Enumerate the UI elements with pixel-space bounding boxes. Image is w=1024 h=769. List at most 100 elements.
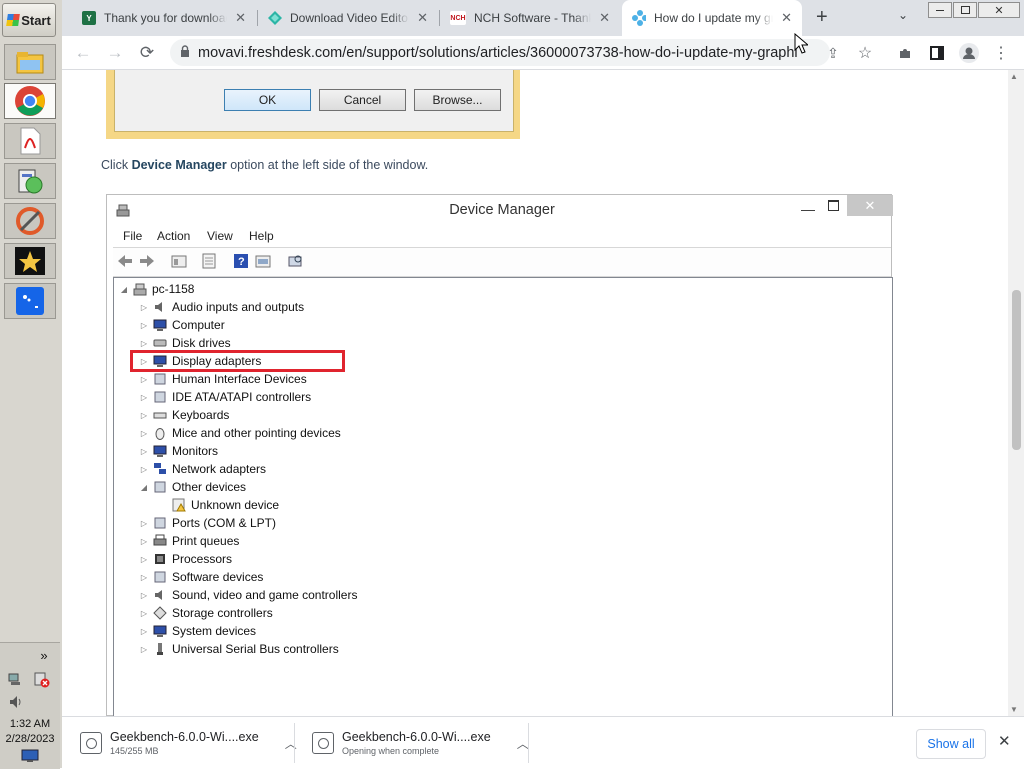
show-desktop-icon[interactable] [21, 749, 39, 763]
movie-star-icon[interactable] [4, 243, 56, 279]
toolbar-view-icon[interactable] [255, 253, 271, 269]
bookmark-star-icon[interactable]: ☆ [854, 42, 876, 64]
profile-avatar-icon[interactable] [958, 42, 980, 64]
expand-toggle-icon[interactable]: ▷ [139, 321, 149, 330]
tree-item-usb[interactable]: ▷ Universal Serial Bus controllers [139, 640, 339, 658]
scrollbar-thumb[interactable] [1012, 290, 1021, 450]
reload-icon[interactable]: ⟳ [136, 42, 158, 64]
tree-item-unknown[interactable]: Unknown device [158, 496, 279, 514]
expand-toggle-icon[interactable]: ▷ [139, 447, 149, 456]
restore-icon[interactable] [953, 2, 977, 18]
browser-tab-3[interactable]: NCH NCH Software - Thank you ✕ [440, 4, 620, 32]
expand-toggle-icon[interactable]: ▷ [139, 591, 149, 600]
dm-maximize-icon[interactable] [828, 200, 839, 211]
tree-item-sound[interactable]: ▷ Sound, video and game controllers [139, 586, 358, 604]
close-download-bar-icon[interactable]: ✕ [998, 732, 1011, 750]
window-close-icon[interactable]: ✕ [978, 2, 1020, 18]
expand-toggle-icon[interactable]: ▷ [139, 537, 149, 546]
tree-item-keyboard[interactable]: ▷ Keyboards [139, 406, 229, 424]
expand-toggle-icon[interactable]: ◢ [139, 483, 149, 492]
toolbar-forward-icon[interactable] [139, 253, 155, 269]
tree-item-system[interactable]: ▷ System devices [139, 622, 256, 640]
tree-item-ide[interactable]: ▷ IDE ATA/ATAPI controllers [139, 388, 311, 406]
menu-view[interactable]: View [207, 229, 233, 243]
cleaner-icon[interactable] [4, 203, 56, 239]
tree-item-hid[interactable]: ▷ Human Interface Devices [139, 370, 307, 388]
browser-tab-4-active[interactable]: How do I update my graphic ✕ [622, 0, 802, 36]
tab-search-chevron-icon[interactable]: ⌄ [898, 8, 908, 22]
expand-toggle-icon[interactable]: ▷ [139, 627, 149, 636]
expand-toggle-icon[interactable]: ▷ [139, 411, 149, 420]
expand-toggle-icon[interactable]: ▷ [139, 429, 149, 438]
browse-button[interactable]: Browse... [414, 89, 501, 111]
expand-toggle-icon[interactable]: ▷ [139, 573, 149, 582]
ok-button[interactable]: OK [224, 89, 311, 111]
tree-item-speaker[interactable]: ▷ Audio inputs and outputs [139, 298, 304, 316]
scroll-down-icon[interactable]: ▼ [1010, 705, 1018, 714]
tree-root[interactable]: ◢ pc-1158 [119, 280, 195, 298]
address-bar[interactable]: movavi.freshdesk.com/en/support/solution… [170, 39, 830, 66]
toolbar-list-icon[interactable] [201, 253, 217, 269]
tree-item-software[interactable]: ▷ Software devices [139, 568, 263, 586]
tab-close-icon[interactable]: ✕ [781, 10, 792, 26]
tree-item-cpu[interactable]: ▷ Processors [139, 550, 232, 568]
tab-close-icon[interactable]: ✕ [235, 10, 246, 26]
share-icon[interactable]: ⇪ [822, 42, 844, 64]
tree-item-computer[interactable]: ▷ Computer [139, 316, 225, 334]
tree-item-port[interactable]: ▷ Ports (COM & LPT) [139, 514, 276, 532]
installer-icon[interactable] [4, 163, 56, 199]
lock-icon[interactable] [180, 44, 190, 61]
tree-item-printer[interactable]: ▷ Print queues [139, 532, 239, 550]
back-arrow-icon[interactable]: ← [72, 42, 94, 64]
browser-tab-1[interactable]: Y Thank you for downloading ✕ [72, 4, 256, 32]
download-item-1[interactable]: Geekbench-6.0.0-Wi....exe 145/255 MB ︿ [80, 725, 297, 761]
minimize-icon[interactable] [928, 2, 952, 18]
tree-item-network[interactable]: ▷ Network adapters [139, 460, 266, 478]
forward-arrow-icon[interactable]: → [104, 42, 126, 64]
dm-minimize-icon[interactable]: — [801, 201, 815, 217]
expand-toggle-icon[interactable]: ▷ [139, 645, 149, 654]
toolbar-scan-hardware-icon[interactable] [287, 253, 303, 269]
tab-close-icon[interactable]: ✕ [417, 10, 428, 26]
tab-close-icon[interactable]: ✕ [599, 10, 610, 26]
tree-item-other[interactable]: ◢ Other devices [139, 478, 246, 496]
app-blue-icon[interactable] [4, 283, 56, 319]
tree-item-storage[interactable]: ▷ Storage controllers [139, 604, 273, 622]
menu-kebab-icon[interactable]: ⋮ [990, 42, 1012, 64]
new-tab-icon[interactable]: + [816, 6, 828, 29]
expand-toggle-icon[interactable]: ▷ [139, 303, 149, 312]
menu-file[interactable]: File [123, 229, 142, 243]
disk-icon [153, 339, 167, 347]
tree-item-mouse[interactable]: ▷ Mice and other pointing devices [139, 424, 341, 442]
show-all-button[interactable]: Show all [916, 729, 986, 759]
expand-toggle-icon[interactable]: ▷ [139, 609, 149, 618]
expand-toggle-icon[interactable]: ▷ [139, 339, 149, 348]
extensions-puzzle-icon[interactable] [894, 42, 916, 64]
pdf-icon[interactable] [4, 123, 56, 159]
browser-tab-2[interactable]: Download Video Editor F ✕ [258, 4, 438, 32]
network-icon[interactable] [8, 672, 22, 686]
side-panel-icon[interactable] [926, 42, 948, 64]
download-item-2[interactable]: Geekbench-6.0.0-Wi....exe Opening when c… [312, 725, 529, 761]
scroll-up-icon[interactable]: ▲ [1010, 72, 1018, 81]
toolbar-properties-icon[interactable] [171, 253, 187, 269]
start-button[interactable]: Start [2, 3, 56, 37]
toolbar-back-icon[interactable] [117, 253, 133, 269]
volume-icon[interactable] [8, 694, 22, 708]
disconnected-icon[interactable] [34, 672, 50, 688]
expand-toggle-icon[interactable]: ▷ [139, 555, 149, 564]
expand-toggle-icon[interactable]: ▷ [139, 393, 149, 402]
chrome-icon[interactable] [4, 83, 56, 119]
expand-toggle-icon[interactable]: ▷ [139, 465, 149, 474]
expand-toggle-icon[interactable]: ▷ [139, 375, 149, 384]
expand-toggle-icon[interactable]: ▷ [139, 519, 149, 528]
download-options-chevron-icon[interactable]: ︿ [517, 735, 529, 752]
menu-action[interactable]: Action [157, 229, 190, 243]
device-manager-title: Device Manager [449, 202, 555, 218]
tree-item-monitor[interactable]: ▷ Monitors [139, 442, 218, 460]
toolbar-help-icon[interactable]: ? [233, 253, 249, 269]
cancel-button[interactable]: Cancel [319, 89, 406, 111]
folder-icon[interactable] [4, 44, 56, 80]
menu-help[interactable]: Help [249, 229, 274, 243]
dm-close-icon[interactable]: ✕ [847, 195, 893, 216]
